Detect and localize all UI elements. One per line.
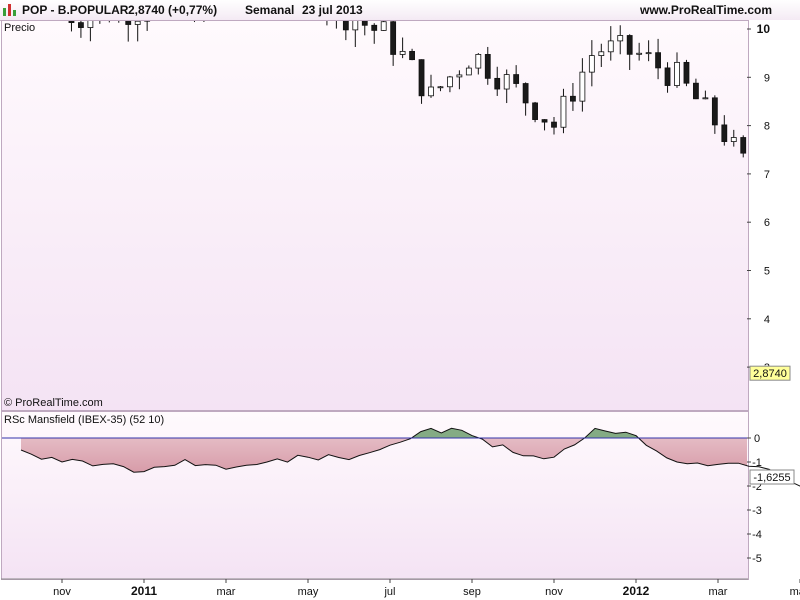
price-candle <box>769 197 774 206</box>
price-candle <box>249 0 254 1</box>
price-candle <box>674 61 680 86</box>
price-candle <box>315 0 320 13</box>
x-tick-label: may <box>298 586 319 598</box>
price-candle <box>277 0 282 3</box>
rsc-last-value-tag-label: -1,6255 <box>753 472 790 484</box>
price-candle <box>390 21 397 55</box>
price-candle <box>626 35 633 55</box>
rsc-y-tick-label: -4 <box>752 529 762 541</box>
price-candle <box>532 102 538 120</box>
price-candle <box>78 22 84 28</box>
price-candle <box>503 74 510 90</box>
price-candle <box>287 1 292 3</box>
x-tick-label: mar <box>217 586 236 598</box>
x-tick-label: nov <box>545 586 563 598</box>
price-candle <box>173 0 178 3</box>
price-candle <box>693 82 699 100</box>
price-candle <box>645 52 652 55</box>
price-candle <box>371 24 378 31</box>
price-candle <box>588 55 595 73</box>
price-candle <box>721 124 728 142</box>
rsc-y-tick-label: -3 <box>752 505 762 517</box>
x-tick-label: 2012 <box>623 584 650 598</box>
price-candle <box>617 35 624 42</box>
rsc-y-tick-label: 0 <box>754 433 760 445</box>
price-y-tick-label: 5 <box>764 266 770 278</box>
price-candle <box>125 21 132 25</box>
x-tick-label: 2011 <box>131 584 157 598</box>
price-candle <box>334 0 339 12</box>
price-candle <box>560 95 567 128</box>
price-candle <box>409 50 415 61</box>
price-candle <box>239 1 244 2</box>
price-y-tick-label: 6 <box>764 217 770 229</box>
price-candle <box>788 218 793 223</box>
price-y-tick-label: 8 <box>764 121 770 133</box>
price-y-tick-label: 10 <box>757 22 771 36</box>
price-candle <box>144 21 151 22</box>
price-candle <box>702 97 709 100</box>
price-candles <box>60 0 793 223</box>
price-candle <box>97 6 102 15</box>
price-candle <box>342 21 349 31</box>
price-candle <box>201 0 206 18</box>
price-candle <box>116 7 121 19</box>
price-candle <box>750 153 755 176</box>
rsc-negative-area <box>21 438 747 473</box>
price-candle <box>570 95 576 102</box>
x-tick-label: nov <box>53 586 71 598</box>
last-price-tag-label: 2,8740 <box>753 368 787 380</box>
price-candle <box>598 51 605 56</box>
price-candle <box>447 76 453 88</box>
price-candle <box>513 74 520 84</box>
price-candle <box>779 207 784 218</box>
price-candle <box>154 0 159 18</box>
price-candle <box>494 77 501 90</box>
price-candle <box>551 121 557 128</box>
price-candle <box>230 0 235 1</box>
price-candle <box>134 21 141 25</box>
price-candle <box>107 6 112 20</box>
price-candle <box>87 21 94 28</box>
price-candle <box>636 52 643 55</box>
price-candle <box>711 97 718 126</box>
price-candle <box>183 0 188 3</box>
price-candle <box>380 21 387 31</box>
price-candle <box>456 74 463 78</box>
x-tick-label: jul <box>383 586 395 598</box>
x-tick-label: sep <box>463 586 481 598</box>
price-candle <box>465 67 472 76</box>
price-candle <box>655 52 661 69</box>
price-candle <box>522 83 529 104</box>
price-candle <box>579 71 586 102</box>
rsc-y-tick-label: -5 <box>752 553 762 565</box>
price-candle <box>361 21 368 26</box>
price-candle <box>68 21 75 24</box>
price-candle <box>475 54 482 69</box>
price-candle <box>60 15 65 16</box>
chart-canvas: 1098765432,87400-1-2-3-4-5-1,6255nov2011… <box>1 0 800 598</box>
price-candle <box>428 86 434 97</box>
price-candle <box>324 12 329 13</box>
price-candle <box>541 119 548 123</box>
price-candle <box>192 0 197 18</box>
price-candle <box>437 86 444 89</box>
price-y-tick-label: 9 <box>764 72 770 84</box>
x-tick-label: mar <box>709 586 728 598</box>
price-candle <box>352 21 359 31</box>
price-candle <box>664 67 671 86</box>
price-y-tick-label: 4 <box>764 314 770 326</box>
price-candle <box>296 0 301 1</box>
price-candle <box>740 137 747 154</box>
price-y-tick-label: 7 <box>764 169 770 181</box>
price-candle <box>683 61 690 84</box>
price-candle <box>730 137 737 142</box>
price-candle <box>484 54 491 79</box>
price-candle <box>607 40 614 53</box>
x-tick-label: may <box>790 586 800 598</box>
price-candle <box>399 50 406 55</box>
rsc-y-tick-label: -1 <box>752 457 762 469</box>
price-candle <box>418 59 425 97</box>
